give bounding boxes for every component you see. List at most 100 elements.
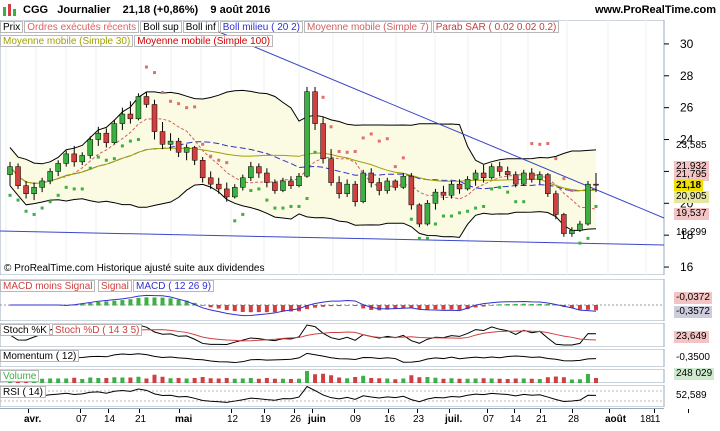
- momentum-panel[interactable]: [0, 349, 720, 367]
- legend-item-4[interactable]: Boll milieu ( 20 2): [219, 21, 304, 33]
- sar-dot: [161, 91, 165, 95]
- macd-bar: [152, 297, 157, 306]
- legend-rsi[interactable]: RSI ( 14): [0, 386, 47, 398]
- volume-bar: [521, 378, 526, 383]
- x-axis-label: 18: [640, 414, 652, 425]
- x-axis-label: 26: [290, 414, 302, 425]
- site-link[interactable]: www.ProRealTime.com: [595, 4, 716, 16]
- volume-bar: [96, 378, 101, 383]
- sar-dot: [120, 144, 124, 148]
- sar-dot: [401, 156, 405, 160]
- legend-item-5[interactable]: Moyenne mobile (Simple 7): [304, 21, 432, 33]
- legend-item-1[interactable]: Ordres exécutés récents: [24, 21, 140, 33]
- volume-bar: [593, 378, 598, 383]
- sar-dot: [193, 105, 197, 109]
- rsi-panel[interactable]: [0, 385, 720, 407]
- volume-bar: [200, 377, 205, 383]
- sar-dot: [201, 142, 205, 146]
- candle: [360, 169, 366, 204]
- legend-macd-signal[interactable]: Signal: [98, 280, 132, 292]
- legend-volume[interactable]: Volume: [0, 370, 40, 382]
- sar-dot: [225, 161, 229, 165]
- volume-bar: [40, 378, 45, 383]
- macd-bar: [168, 298, 173, 306]
- candle: [424, 200, 431, 226]
- macd-bar: [224, 305, 229, 311]
- x-axis-tick: [139, 409, 140, 413]
- sar-dot: [153, 71, 156, 75]
- candle: [320, 117, 326, 164]
- volume-bar: [272, 378, 277, 383]
- macd-bar: [96, 301, 101, 306]
- legend-macd-line[interactable]: MACD ( 12 26 9): [133, 280, 215, 292]
- legend-momentum[interactable]: Momentum ( 12): [0, 350, 80, 362]
- sar-dot: [32, 212, 36, 216]
- volume-bar: [240, 378, 245, 383]
- sar-dot: [530, 142, 534, 146]
- volume-bar: [473, 378, 478, 383]
- macd-bar: [200, 305, 205, 306]
- volume-panel[interactable]: [0, 369, 720, 383]
- sar-dot: [233, 219, 237, 223]
- legend-item-3[interactable]: Boll inf: [182, 21, 219, 33]
- x-axis-tick: [417, 409, 418, 413]
- x-axis-label: 21: [135, 414, 147, 425]
- candle: [416, 203, 423, 228]
- x-axis-label: 19: [260, 414, 272, 425]
- x-axis-tick: [294, 409, 295, 413]
- macd-bar: [537, 303, 542, 306]
- price-axis-tick: 30: [680, 37, 694, 51]
- volume-bar: [401, 378, 406, 383]
- volume-bar: [313, 374, 318, 383]
- price-chart[interactable]: 3028262422201816: [0, 20, 720, 275]
- legend-item-0[interactable]: Prix: [0, 21, 24, 33]
- legend-item-row2-0[interactable]: Moyenne mobile (Simple 30): [0, 35, 134, 47]
- volume-bar: [385, 378, 390, 383]
- volume-bar: [88, 377, 93, 383]
- sar-dot: [257, 187, 261, 191]
- sar-dot: [8, 193, 12, 197]
- macd-bar: [513, 303, 518, 306]
- volume-bar: [465, 378, 470, 383]
- sar-dot: [40, 206, 44, 210]
- price-axis-tick: 28: [680, 69, 694, 83]
- copyright-note: © ProRealTime.com Historique ajusté suit…: [4, 263, 265, 274]
- legend-macd-diff[interactable]: MACD moins Signal: [0, 280, 96, 292]
- x-axis-tick: [108, 409, 109, 413]
- volume-bar: [232, 378, 237, 383]
- volume-bar: [529, 378, 534, 383]
- sar-dot: [48, 200, 52, 204]
- volume-bar: [216, 378, 221, 383]
- macd-bar: [136, 297, 141, 306]
- x-axis-tick: [354, 409, 355, 413]
- sar-dot: [578, 241, 582, 245]
- legend-stoch-d[interactable]: Stoch %D ( 14 3 5): [52, 324, 143, 336]
- macd-bar: [585, 305, 590, 310]
- volume-bar: [296, 378, 301, 383]
- sar-dot: [297, 204, 301, 208]
- sar-dot: [425, 236, 429, 240]
- volume-bar: [256, 378, 261, 383]
- legend-item-2[interactable]: Boll sup: [140, 21, 182, 33]
- volume-bar: [409, 375, 414, 383]
- x-axis-label: 11: [650, 414, 661, 425]
- x-axis-tick: [654, 409, 655, 413]
- sar-dot: [393, 165, 397, 169]
- volume-bar: [280, 378, 285, 383]
- sar-dot: [80, 187, 84, 191]
- macd-bar: [264, 305, 269, 313]
- sar-dot: [329, 125, 333, 129]
- macd-bar: [497, 304, 502, 306]
- candle: [408, 173, 415, 210]
- macd-bar: [433, 305, 438, 310]
- sar-dot: [144, 65, 148, 69]
- volume-bar: [553, 376, 558, 383]
- stoch-value: 23,649: [674, 331, 709, 343]
- legend-item-6[interactable]: Parab SAR ( 0.02 0.02 0.2): [432, 21, 560, 33]
- legend-stoch-k[interactable]: Stoch %K: [0, 324, 50, 336]
- sar-dot: [538, 142, 542, 146]
- candle: [135, 93, 142, 121]
- legend-item-row2-1[interactable]: Moyenne mobile (Simple 100): [134, 35, 274, 47]
- x-axis-tick: [449, 409, 450, 413]
- price-axis-tick: 16: [680, 260, 694, 274]
